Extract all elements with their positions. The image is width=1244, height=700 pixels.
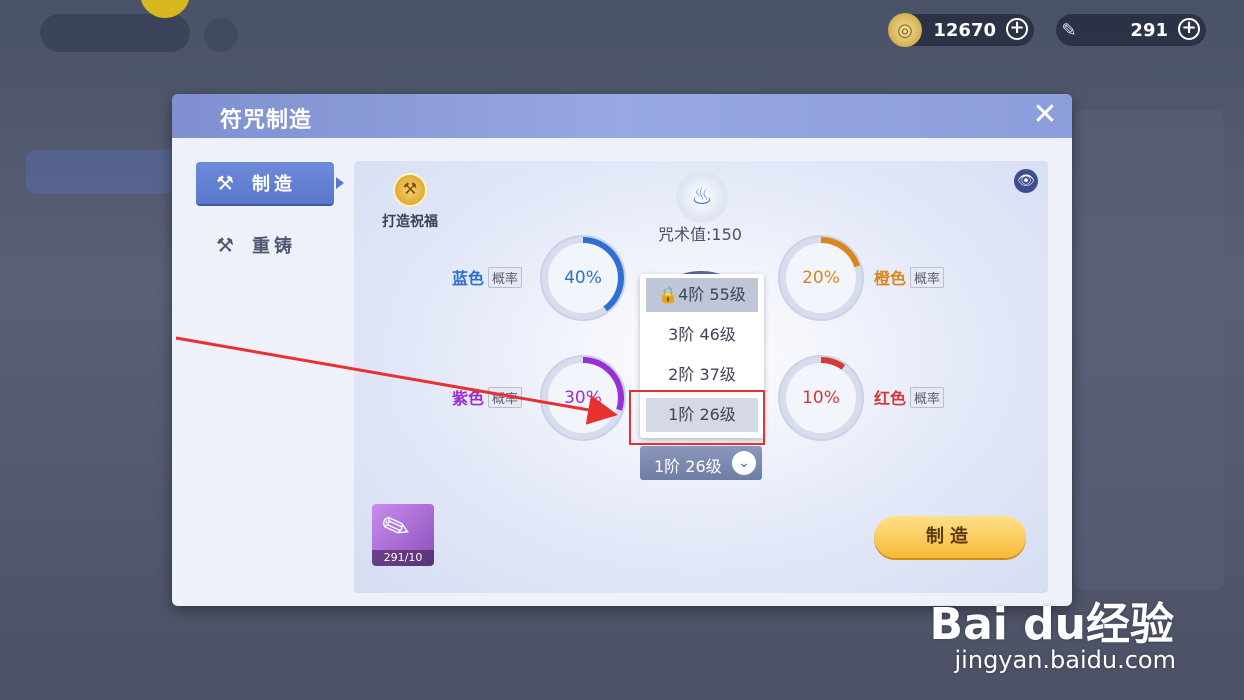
baidu-watermark-url: jingyan.baidu.com	[954, 646, 1176, 674]
baidu-watermark-logo: Bai du经验	[929, 599, 1174, 650]
